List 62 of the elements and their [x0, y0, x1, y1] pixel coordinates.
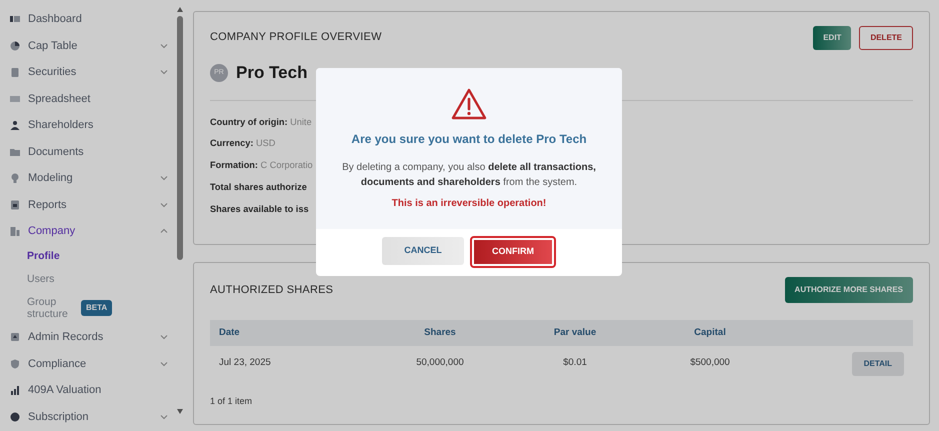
table-cell-text: Jul 23, 2025 — [218, 356, 272, 370]
menu-icon — [10, 332, 20, 342]
item-count: 1 of 1 item — [210, 395, 254, 408]
edit-button[interactable]: EDIT — [813, 26, 852, 50]
scroll-down-icon[interactable] — [176, 407, 184, 415]
field-value: USD — [256, 138, 276, 148]
sidebar-item[interactable]: Subscription — [28, 408, 160, 426]
sidebar-item[interactable]: Dashboard — [28, 11, 168, 28]
company-name: Pro Tech — [236, 62, 308, 84]
sidebar-item[interactable]: Securities — [28, 64, 160, 80]
sidebar-item[interactable]: Admin Records — [28, 329, 160, 346]
field-label: Shares available to iss — [210, 204, 309, 214]
field-label: Currency: — [210, 138, 254, 148]
menu-icon — [10, 14, 20, 24]
submenu-item[interactable]: Profile — [0, 246, 60, 268]
column-header: Shares — [423, 326, 457, 340]
sidebar-item[interactable]: 409A Valuation — [28, 382, 168, 399]
sidebar-item[interactable]: Cap Table — [28, 38, 160, 54]
field-label: Total shares authorize — [210, 182, 307, 192]
menu-icon — [10, 146, 20, 157]
sidebar-item[interactable]: Shareholders — [28, 117, 168, 134]
sidebar-item[interactable]: Company — [28, 223, 160, 240]
delete-button[interactable]: DELETE — [859, 26, 913, 50]
card-title: COMPANY PROFILE OVERVIEW — [210, 30, 382, 45]
sidebar-item[interactable]: Reports — [28, 196, 160, 213]
menu-icon — [10, 120, 20, 130]
detail-button[interactable]: DETAIL — [852, 352, 904, 376]
authorize-more-shares-button[interactable]: AUTHORIZE MORE SHARES — [784, 277, 913, 303]
dialog-title: Are you sure you want to delete Pro Tech — [350, 131, 588, 148]
field-value: C Corporatio — [260, 160, 313, 170]
warning-icon — [451, 88, 487, 120]
column-header: Par value — [552, 326, 598, 340]
submenu-item[interactable]: Users — [0, 269, 54, 291]
sidebar-item[interactable]: Spreadsheet — [28, 90, 168, 107]
menu-icon — [10, 358, 20, 369]
cancel-button[interactable]: CANCEL — [382, 237, 464, 265]
sidebar-item[interactable]: Documents — [28, 144, 168, 160]
field-value: Unite — [290, 116, 312, 126]
column-header: Capital — [693, 326, 727, 340]
menu-icon — [10, 94, 20, 104]
dialog-message: By deleting a company, you also delete all transactions, documents and shareholders from the system. — [341, 161, 597, 190]
sidebar-item[interactable]: Compliance — [28, 356, 160, 372]
table-cell-text: 50,000,000 — [415, 356, 465, 370]
menu-icon — [10, 226, 20, 236]
confirm-button[interactable]: CONFIRM — [472, 238, 554, 266]
scroll-up-icon[interactable] — [176, 6, 184, 14]
card-title: AUTHORIZED SHARES — [210, 282, 334, 298]
beta-badge: BETA — [81, 300, 112, 316]
menu-icon — [10, 200, 20, 210]
submenu-item[interactable]: Group structure — [0, 293, 75, 324]
menu-icon — [10, 412, 20, 422]
column-header: Date — [218, 326, 241, 340]
warning-text: This is an irreversible operation! — [390, 197, 548, 211]
menu-icon — [10, 173, 20, 184]
table-cell-text: $500,000 — [689, 356, 731, 370]
menu-icon — [10, 67, 20, 78]
field-label: Country of origin: — [210, 116, 288, 126]
sidebar-item[interactable]: Modeling — [28, 170, 160, 186]
table-cell-text: $0.01 — [562, 356, 588, 370]
field-label: Formation: — [210, 160, 258, 170]
menu-icon — [10, 40, 20, 51]
menu-icon — [10, 385, 20, 396]
